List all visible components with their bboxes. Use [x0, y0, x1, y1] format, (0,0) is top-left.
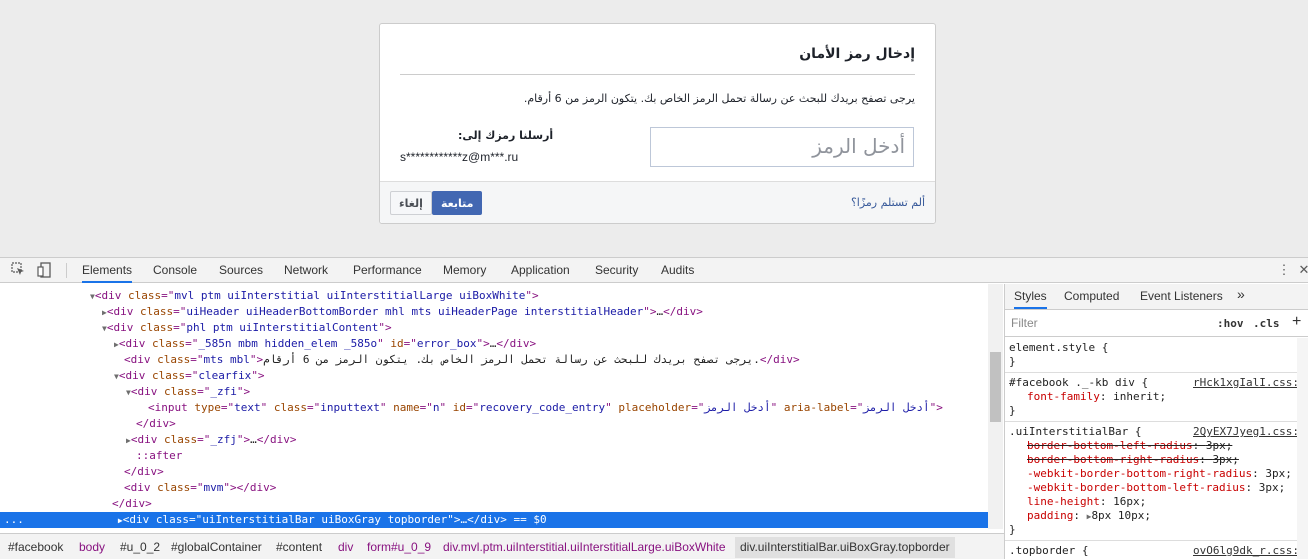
dom-node[interactable]: </div>: [0, 496, 988, 512]
tab-memory[interactable]: Memory: [443, 258, 486, 283]
breadcrumb-item[interactable]: #content: [276, 540, 322, 554]
tab-security[interactable]: Security: [595, 258, 638, 283]
tab-performance[interactable]: Performance: [353, 258, 422, 283]
cancel-button[interactable]: إلغاء: [390, 191, 432, 215]
style-rules: element.style { } #facebook ._-kb div { r…: [1005, 338, 1308, 559]
breadcrumb-item[interactable]: #facebook: [8, 540, 63, 554]
breadcrumb-item[interactable]: body: [79, 540, 105, 554]
more-tabs-icon[interactable]: »: [1237, 286, 1245, 302]
dom-node[interactable]: ::after: [0, 448, 988, 464]
rule-selector[interactable]: .uiInterstitialBar {: [1009, 425, 1141, 438]
tab-console[interactable]: Console: [153, 258, 197, 283]
devtools-panel: Elements Console Sources Network Perform…: [0, 257, 1308, 559]
breadcrumb-item[interactable]: #globalContainer: [171, 540, 262, 554]
tab-event-listeners[interactable]: Event Listeners: [1140, 289, 1223, 303]
didnt-get-code-link[interactable]: ألم تستلم رمزًا؟: [851, 196, 925, 209]
style-rule: .topborder { ovO6lg9dk_r.css:14: [1005, 541, 1308, 559]
rule-selector[interactable]: #facebook ._-kb div {: [1009, 376, 1148, 389]
styles-pane: Styles Computed Event Listeners » Filter…: [1004, 284, 1308, 559]
rule-source-link[interactable]: 2QyEX7Jyeg1.css:14: [1193, 425, 1308, 439]
dom-node[interactable]: <input type="text" class="inputtext" nam…: [0, 400, 988, 416]
elements-tree: ▼<div class="mvl ptm uiInterstitial uiIn…: [0, 284, 988, 529]
breadcrumb-item[interactable]: div: [338, 540, 353, 554]
rule-selector[interactable]: .topborder {: [1009, 544, 1088, 557]
dom-node[interactable]: ▼<div class="_zfi">: [0, 384, 988, 400]
tab-application[interactable]: Application: [511, 258, 570, 283]
class-toggle[interactable]: .cls: [1253, 317, 1280, 330]
dom-node[interactable]: <div class="mts mbl">يرجى تصفح بريدك للب…: [0, 352, 988, 368]
tab-computed[interactable]: Computed: [1064, 289, 1119, 303]
tab-elements[interactable]: Elements: [82, 258, 133, 283]
more-options-icon[interactable]: ⋮: [1276, 262, 1292, 278]
security-code-input[interactable]: أدخل الرمز: [650, 127, 914, 167]
tab-audits[interactable]: Audits: [661, 258, 694, 283]
breadcrumb-item[interactable]: #u_0_2: [120, 540, 160, 554]
styles-filter-bar: Filter :hov .cls +: [1005, 311, 1308, 337]
elements-scrollbar[interactable]: [988, 284, 1003, 529]
device-toolbar-icon[interactable]: [36, 262, 52, 278]
rule-source-link[interactable]: ovO6lg9dk_r.css:14: [1193, 544, 1308, 558]
rule-close: }: [1009, 355, 1016, 368]
rule-source-link[interactable]: rHck1xgIalI.css:31: [1193, 376, 1308, 390]
style-rule: #facebook ._-kb div {rHck1xgIalI.css:31 …: [1005, 373, 1308, 422]
dom-node[interactable]: ▼<div class="clearfix">: [0, 368, 988, 384]
continue-button[interactable]: متابعة: [432, 191, 483, 215]
security-code-dialog: إدخال رمز الأمان يرجى تصفح بريدك للبحث ع…: [379, 23, 936, 224]
hover-state-toggle[interactable]: :hov: [1217, 317, 1244, 330]
tab-styles[interactable]: Styles: [1014, 289, 1047, 309]
styles-filter-input[interactable]: Filter: [1011, 316, 1207, 333]
styles-tab-bar: Styles Computed Event Listeners »: [1005, 284, 1308, 310]
dialog-title: إدخال رمز الأمان: [799, 46, 915, 62]
devtools-tab-bar: Elements Console Sources Network Perform…: [0, 258, 1308, 283]
style-property[interactable]: line-height: 16px;: [1009, 495, 1305, 509]
dom-node[interactable]: ▼<div class="mvl ptm uiInterstitial uiIn…: [0, 288, 988, 304]
page-viewport: إدخال رمز الأمان يرجى تصفح بريدك للبحث ع…: [0, 0, 1308, 257]
tab-sources[interactable]: Sources: [219, 258, 263, 283]
style-rule: element.style { }: [1005, 338, 1308, 373]
style-property[interactable]: padding: ▶8px 10px;: [1009, 509, 1305, 523]
rule-close: }: [1009, 404, 1016, 417]
dom-breadcrumb: #facebook body #u_0_2 #globalContainer #…: [0, 533, 1004, 559]
scrollbar-thumb[interactable]: [990, 352, 1001, 422]
style-property[interactable]: -webkit-border-bottom-right-radius: 3px;: [1009, 467, 1305, 481]
inspect-element-icon[interactable]: [10, 262, 26, 278]
sent-to-email: s************z@m***.ru: [400, 150, 519, 164]
dom-node[interactable]: ▶<div class="uiHeader uiHeaderBottomBord…: [0, 304, 988, 320]
rule-close: }: [1009, 523, 1016, 536]
rule-selector[interactable]: element.style {: [1009, 341, 1305, 355]
selected-dom-node[interactable]: ... ▶<div class="uiInterstitialBar uiBoxG…: [0, 512, 988, 528]
dom-node[interactable]: ▶<div class="_zfj">…</div>: [0, 432, 988, 448]
breadcrumb-item[interactable]: div.mvl.ptm.uiInterstitial.uiInterstitia…: [443, 540, 726, 554]
style-property[interactable]: -webkit-border-bottom-left-radius: 3px;: [1009, 481, 1305, 495]
styles-scrollbar[interactable]: [1297, 338, 1308, 559]
style-property-overridden[interactable]: border-bottom-left-radius: 3px;: [1009, 439, 1305, 453]
dialog-button-bar: إلغاء متابعة ألم تستلم رمزًا؟: [380, 181, 935, 223]
dialog-instructions: يرجى تصفح بريدك للبحث عن رسالة تحمل الرم…: [523, 92, 915, 105]
sent-to-label: أرسلنا رمزك إلى:: [458, 129, 554, 142]
style-property[interactable]: font-family: inherit;: [1009, 390, 1305, 404]
dom-node[interactable]: ▶<div class="_585n mbm hidden_elem _585o…: [0, 336, 988, 352]
breadcrumb-item-selected[interactable]: div.uiInterstitialBar.uiBoxGray.topborde…: [735, 537, 955, 558]
breadcrumb-item[interactable]: form#u_0_9: [367, 540, 431, 554]
style-property-overridden[interactable]: border-bottom-right-radius: 3px;: [1009, 453, 1305, 467]
dialog-divider: [400, 74, 915, 75]
toolbar-divider: [66, 263, 67, 278]
dom-node[interactable]: </div>: [0, 464, 988, 480]
tab-network[interactable]: Network: [284, 258, 328, 283]
style-rule: .uiInterstitialBar { 2QyEX7Jyeg1.css:14 b…: [1005, 422, 1308, 541]
close-icon[interactable]: ✕: [1296, 262, 1308, 278]
dom-node[interactable]: <div class="mvm"></div>: [0, 480, 988, 496]
dom-node[interactable]: ▼<div class="phl ptm uiInterstitialConte…: [0, 320, 988, 336]
new-rule-button[interactable]: +: [1292, 313, 1301, 331]
dom-node[interactable]: </div>: [0, 416, 988, 432]
